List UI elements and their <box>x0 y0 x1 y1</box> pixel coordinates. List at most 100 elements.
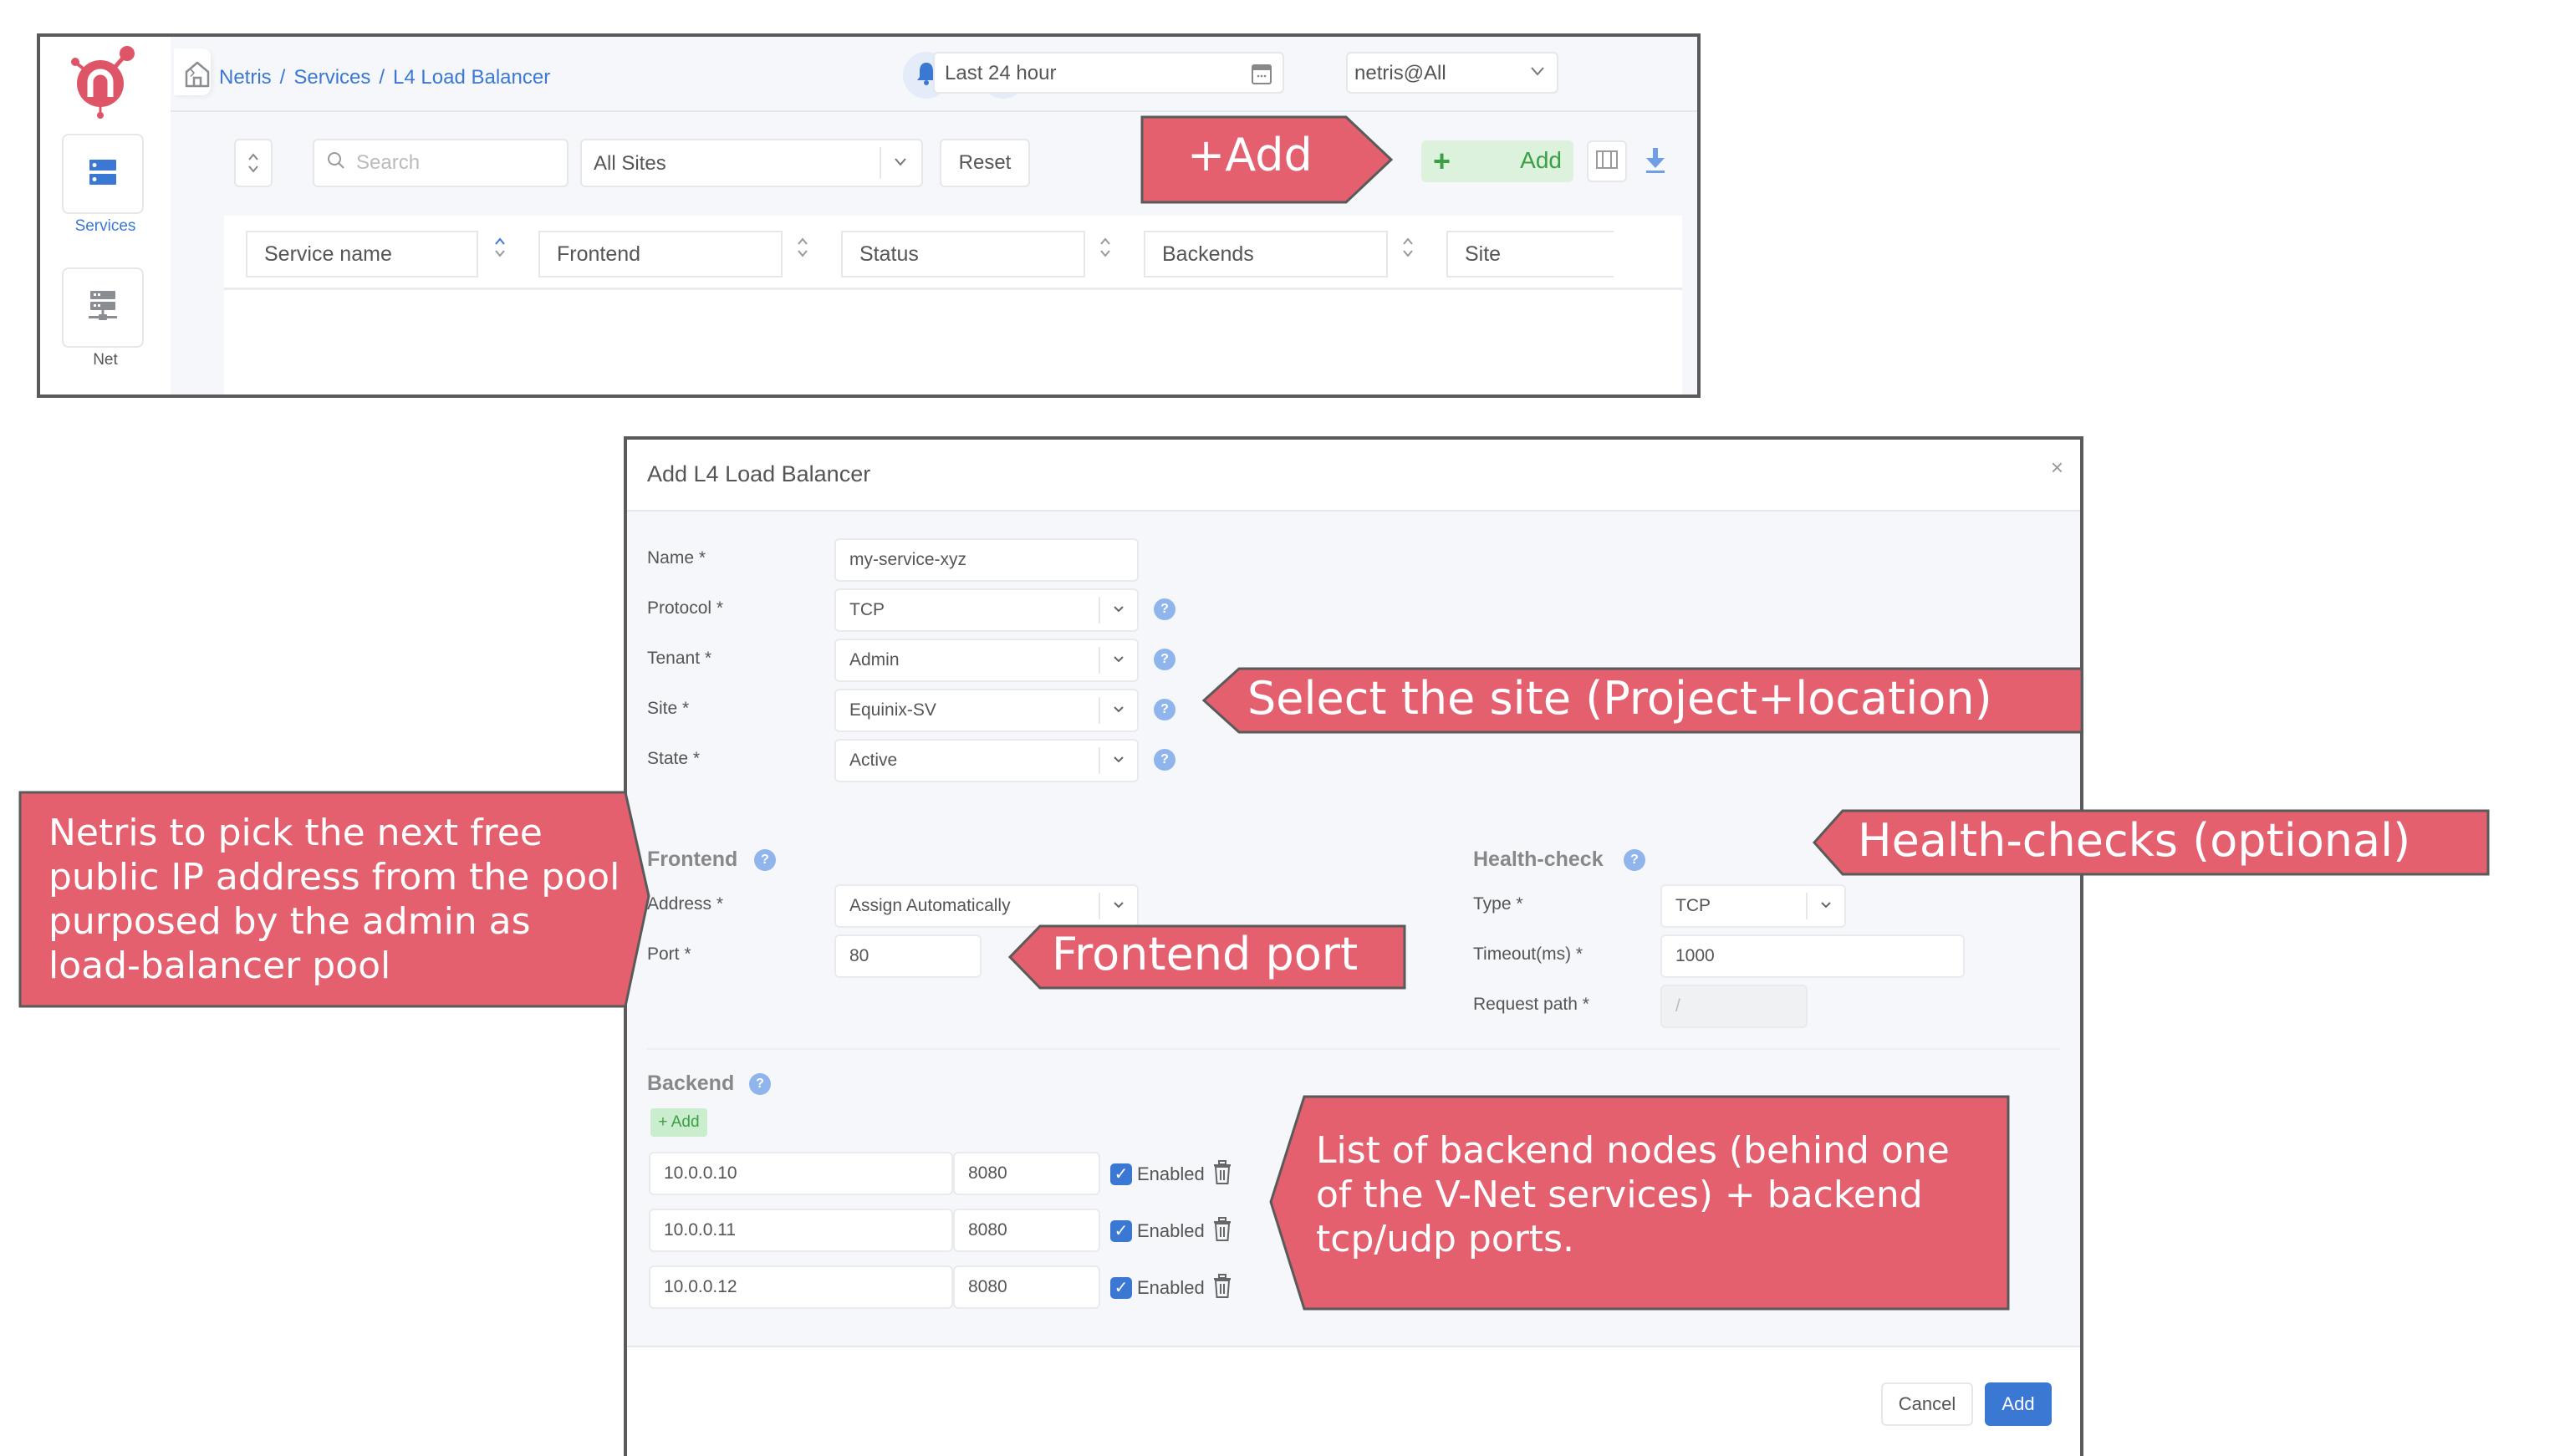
backend-enabled-checkbox[interactable]: ✓ <box>1110 1220 1132 1242</box>
sort-icon[interactable] <box>490 236 510 262</box>
frontend-address-select[interactable]: Assign Automatically <box>834 884 1139 928</box>
columns-toggle-button[interactable] <box>1587 140 1627 182</box>
annotation-add-text: +Add <box>1187 129 1313 181</box>
services-table: Service name Frontend Status Backends Si… <box>224 216 1682 395</box>
chevron-down-icon <box>1112 898 1125 915</box>
breadcrumb-netris[interactable]: Netris <box>219 66 272 89</box>
cancel-button[interactable]: Cancel <box>1881 1382 1973 1426</box>
column-header-status[interactable]: Status <box>841 231 1085 277</box>
close-icon[interactable]: × <box>2051 455 2063 481</box>
submit-add-button[interactable]: Add <box>1985 1382 2052 1426</box>
annotation-backends-text: List of backend nodes (behind one of the… <box>1316 1129 1950 1260</box>
breadcrumb: Netris / Services / L4 Load Balancer <box>184 60 550 94</box>
select-divider <box>1099 597 1100 624</box>
search-placeholder: Search <box>356 151 421 174</box>
sort-arrows-icon <box>247 151 260 176</box>
health-timeout-input[interactable]: 1000 <box>1660 934 1965 978</box>
backend-ip-input[interactable]: 10.0.0.10 <box>649 1152 953 1195</box>
backend-section-title: Backend <box>647 1072 735 1095</box>
backend-port-input[interactable]: 8080 <box>953 1265 1100 1309</box>
breadcrumb-services[interactable]: Services <box>293 66 370 89</box>
home-icon[interactable] <box>184 60 211 94</box>
help-icon[interactable]: ? <box>1154 749 1175 771</box>
sidebar-item-services[interactable] <box>62 134 144 214</box>
name-input[interactable]: my-service-xyz <box>834 538 1139 582</box>
add-service-button[interactable]: + Add <box>1421 140 1573 182</box>
site-label: Site * <box>647 699 690 718</box>
state-label: State * <box>647 749 701 768</box>
tenant-select[interactable]: Admin <box>834 639 1139 682</box>
add-backend-button[interactable]: + Add <box>650 1108 707 1137</box>
dialog-header: Add L4 Load Balancer × <box>627 440 2080 512</box>
table-header-divider <box>224 288 1682 290</box>
search-input[interactable]: Search <box>313 139 569 187</box>
help-icon[interactable]: ? <box>749 1073 771 1095</box>
section-divider <box>647 1048 2060 1050</box>
frontend-address-value: Assign Automatically <box>849 896 1011 915</box>
sort-icon[interactable] <box>793 236 813 262</box>
network-server-icon <box>88 289 118 327</box>
site-filter-value: All Sites <box>594 152 666 175</box>
help-icon[interactable]: ? <box>754 849 776 871</box>
sidebar-item-net[interactable] <box>62 267 144 348</box>
tenant-label: Tenant * <box>647 649 712 668</box>
annotation-add: +Add <box>1140 115 1395 204</box>
annotation-health: Health-checks (optional) <box>1813 809 2490 876</box>
select-divider <box>880 147 881 179</box>
chevron-down-icon <box>891 152 910 176</box>
trash-icon[interactable] <box>1212 1217 1232 1246</box>
name-label: Name * <box>647 548 706 568</box>
health-timeout-label: Timeout(ms) * <box>1473 944 1583 964</box>
select-divider <box>1099 647 1100 674</box>
download-button[interactable] <box>1639 145 1672 179</box>
date-range-picker[interactable]: Last 24 hour <box>933 52 1284 94</box>
tenant-select[interactable]: netris@All <box>1346 52 1558 94</box>
expand-collapse-toggle[interactable] <box>234 139 273 187</box>
health-type-value: TCP <box>1675 896 1711 915</box>
help-icon[interactable]: ? <box>1154 598 1175 620</box>
backend-ip-input[interactable]: 10.0.0.12 <box>649 1265 953 1309</box>
netris-logo-icon <box>65 43 140 119</box>
backend-ip-input[interactable]: 10.0.0.11 <box>649 1209 953 1252</box>
backend-enabled-label: Enabled <box>1137 1220 1205 1241</box>
sidebar: Services Net <box>40 37 171 395</box>
breadcrumb-l4-load-balancer: L4 Load Balancer <box>393 65 551 89</box>
backend-enabled-checkbox[interactable]: ✓ <box>1110 1277 1132 1299</box>
sort-icon[interactable] <box>1095 236 1115 262</box>
trash-icon[interactable] <box>1212 1160 1232 1189</box>
column-header-service-name[interactable]: Service name <box>246 231 478 277</box>
help-icon[interactable]: ? <box>1154 699 1175 720</box>
health-type-select[interactable]: TCP <box>1660 884 1846 928</box>
health-request-path-label: Request path * <box>1473 995 1589 1014</box>
backend-port-input[interactable]: 8080 <box>953 1209 1100 1252</box>
backend-enabled-label: Enabled <box>1137 1163 1205 1184</box>
column-header-frontend[interactable]: Frontend <box>538 231 783 277</box>
sidebar-item-services-label[interactable]: Services <box>40 217 171 236</box>
sort-icon[interactable] <box>1398 236 1418 262</box>
annotation-frontend-port: Frontend port <box>1008 924 1406 990</box>
column-header-backends[interactable]: Backends <box>1144 231 1388 277</box>
frontend-port-input[interactable]: 80 <box>834 934 982 978</box>
health-request-path-input[interactable]: / <box>1660 985 1808 1028</box>
site-filter-select[interactable]: All Sites <box>580 139 923 187</box>
backend-enabled-checkbox[interactable]: ✓ <box>1110 1163 1132 1185</box>
annotation-health-text: Health-checks (optional) <box>1858 814 2411 867</box>
state-select[interactable]: Active <box>834 739 1139 782</box>
annotation-frontend-port-text: Frontend port <box>1052 928 1359 980</box>
calendar-icon <box>1251 62 1272 91</box>
column-header-site[interactable]: Site <box>1446 231 1614 277</box>
backend-port-input[interactable]: 8080 <box>953 1152 1100 1195</box>
trash-icon[interactable] <box>1212 1274 1232 1303</box>
sidebar-item-net-label[interactable]: Net <box>40 351 171 369</box>
site-value: Equinix-SV <box>849 700 936 720</box>
reset-button[interactable]: Reset <box>940 139 1030 187</box>
help-icon[interactable]: ? <box>1624 849 1645 871</box>
breadcrumb-separator: / <box>379 65 385 89</box>
protocol-select[interactable]: TCP <box>834 588 1139 632</box>
help-icon[interactable]: ? <box>1154 649 1175 670</box>
select-divider <box>1099 893 1100 919</box>
health-type-label: Type * <box>1473 894 1523 914</box>
site-select[interactable]: Equinix-SV <box>834 689 1139 732</box>
tenant-value: Admin <box>849 650 900 669</box>
chevron-down-icon <box>1819 898 1833 915</box>
